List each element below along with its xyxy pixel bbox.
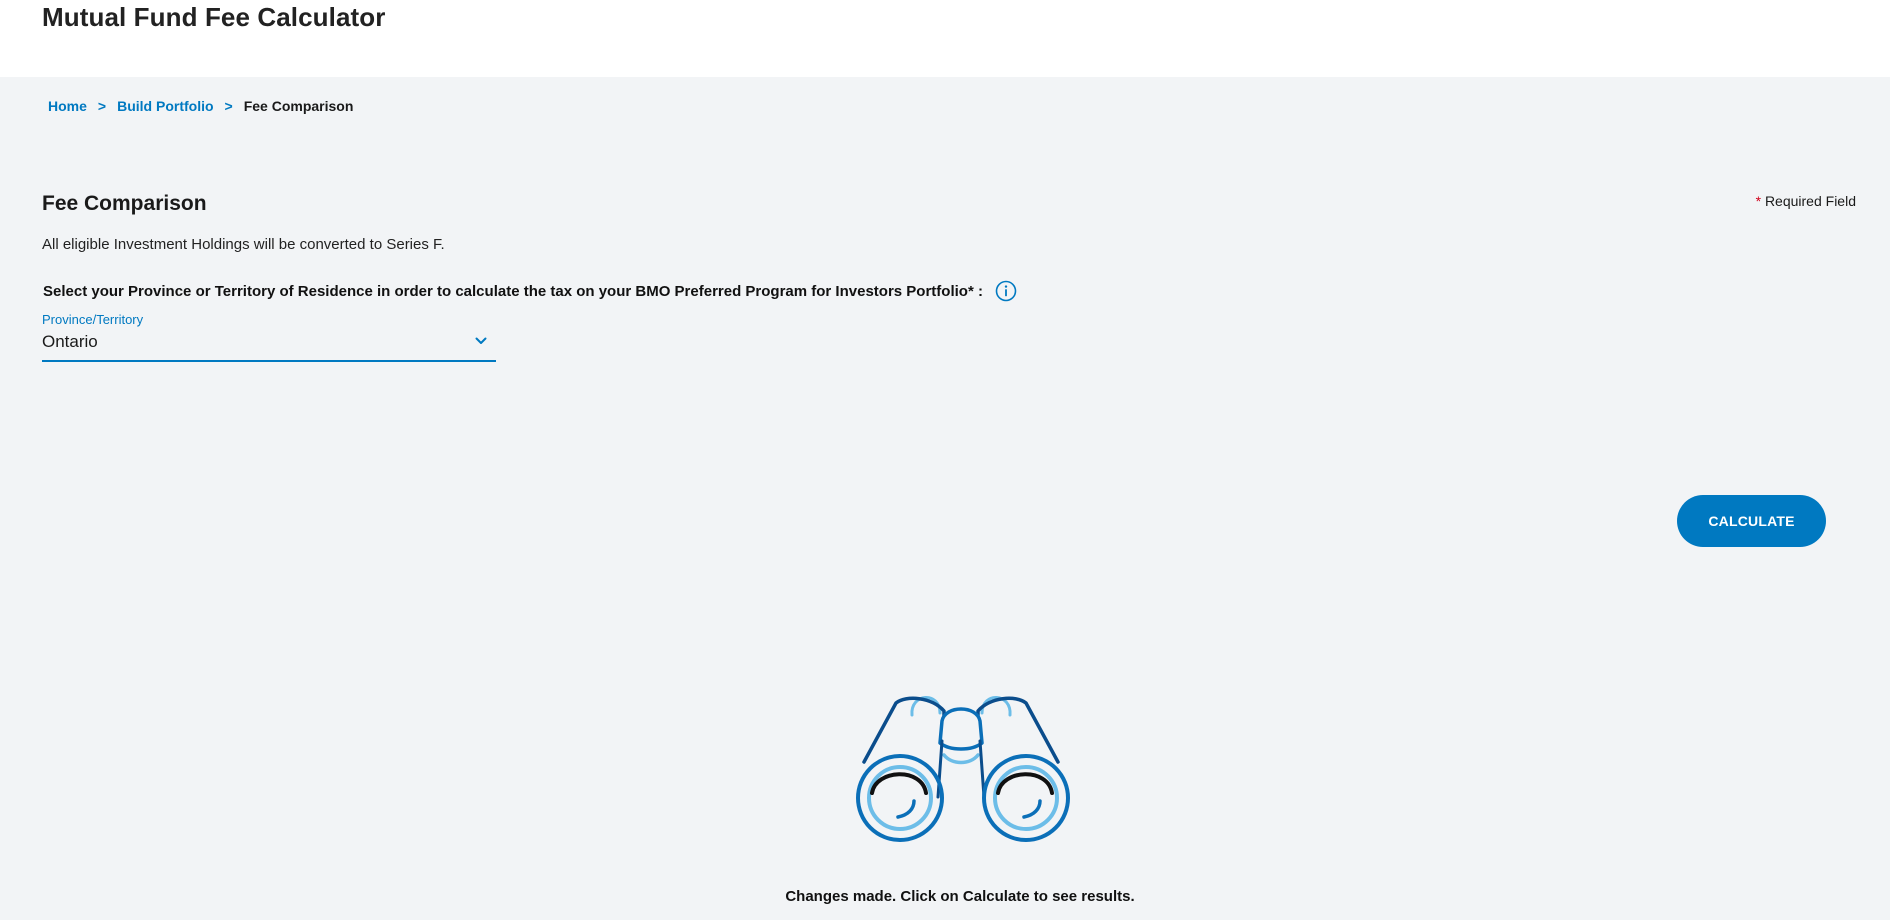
breadcrumb-current: Fee Comparison [243,98,354,114]
calculate-button[interactable]: CALCULATE [1677,495,1826,547]
status-message: Changes made. Click on Calculate to see … [785,888,1135,905]
province-select[interactable]: Province/Territory Ontario [42,312,496,362]
app-header: Mutual Fund Fee Calculator [0,0,1890,77]
required-field-label: Required Field [1764,193,1856,209]
breadcrumb: Home > Build Portfolio > Fee Comparison [48,98,353,114]
breadcrumb-separator: > [224,98,233,114]
required-field-note: * Required Field [1756,193,1856,209]
binoculars-icon [852,685,1074,847]
breadcrumb-home-link[interactable]: Home [48,98,87,114]
breadcrumb-separator: > [97,98,107,114]
province-select-label: Province/Territory [42,312,144,327]
province-prompt-text: Select your Province or Territory of Res… [43,282,983,300]
required-asterisk: * [1755,193,1762,209]
chevron-down-icon [474,334,488,348]
conversion-note: All eligible Investment Holdings will be… [42,236,445,253]
info-icon[interactable] [995,280,1017,302]
section-title: Fee Comparison [42,192,207,215]
province-prompt: Select your Province or Territory of Res… [43,280,1017,302]
app-title: Mutual Fund Fee Calculator [42,2,386,32]
province-select-value: Ontario [42,332,98,351]
breadcrumb-build-portfolio-link[interactable]: Build Portfolio [117,98,213,114]
